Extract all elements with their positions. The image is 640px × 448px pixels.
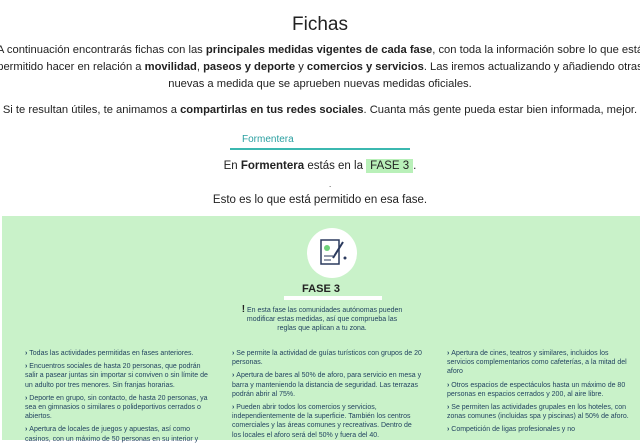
phase-status: En Formentera estás en la FASE 3. [223, 159, 417, 173]
share-paragraph: Si te resultan útiles, te animamos a com… [2, 104, 638, 116]
column-3: Apertura de cines, teatros y similares, … [447, 349, 637, 439]
allowed-text: Esto es lo que está permitido en esa fas… [212, 194, 428, 206]
list-item: Apertura de cines, teatros y similares, … [447, 349, 637, 377]
list-item: Apertura de locales de juegos y apuestas… [25, 425, 215, 443]
dot: . [329, 180, 332, 189]
list-item: Otros espacios de espectáculos hasta un … [447, 381, 637, 399]
region-select[interactable]: Formentera [230, 130, 410, 150]
list-item: Competición de ligas profesionales y no [447, 425, 637, 434]
title-underline [284, 296, 382, 300]
list-item: Deporte en grupo, sin contacto, de hasta… [25, 394, 215, 422]
list-item: Pueden abrir todos los comercios y servi… [232, 403, 422, 440]
list-item: Se permiten las actividades grupales en … [447, 403, 637, 421]
exclamation-icon: ! [241, 304, 246, 315]
intro-paragraph: A continuación encontrarás fichas con la… [0, 44, 640, 90]
list-item: Encuentros sociales de hasta 20 personas… [25, 362, 215, 390]
column-2: Se permite la actividad de guías turísti… [232, 349, 422, 444]
column-1: Todas las actividades permitidas en fase… [25, 349, 215, 448]
page-title: Fichas [292, 14, 348, 35]
card-title: FASE 3 [302, 283, 340, 295]
list-item: Apertura de bares al 50% de aforo, para … [232, 371, 422, 399]
notepad-pen-icon [307, 228, 357, 278]
card-note: ! En esta fase las comunidades autónomas… [241, 304, 403, 333]
list-item: Todas las actividades permitidas en fase… [25, 349, 215, 358]
phase-card: FASE 3 ! En esta fase las comunidades au… [2, 216, 640, 443]
list-item: Se permite la actividad de guías turísti… [232, 349, 422, 367]
phase-badge: FASE 3 [366, 159, 414, 173]
